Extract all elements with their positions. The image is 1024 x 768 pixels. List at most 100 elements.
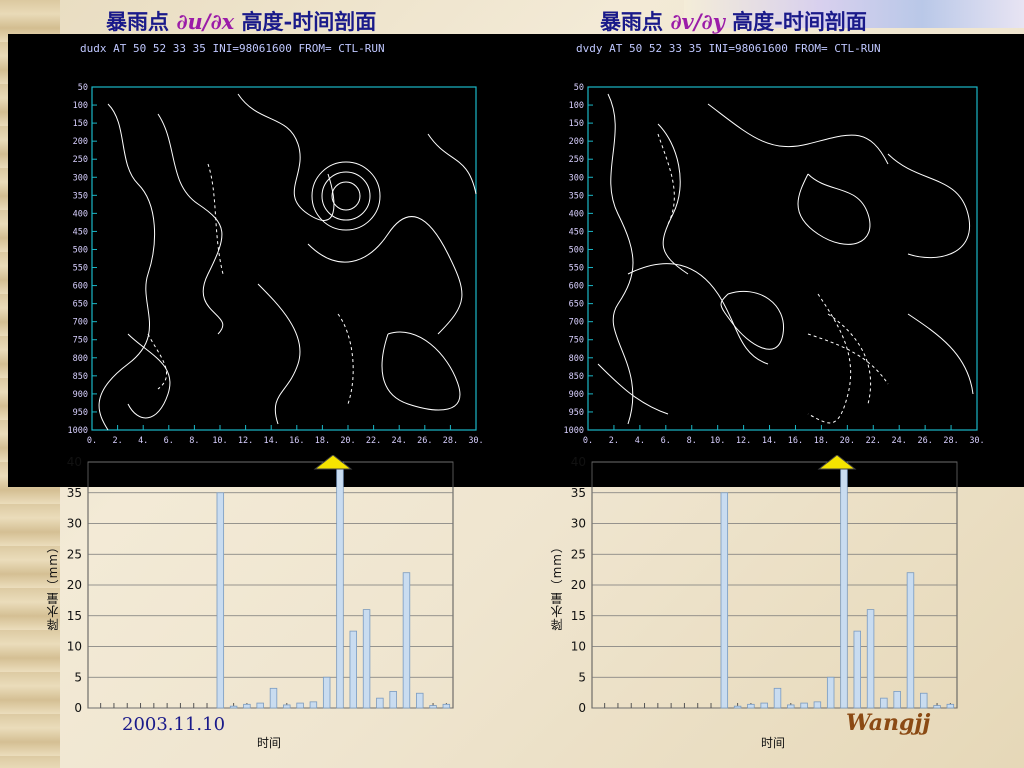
- precip-bar: [283, 704, 291, 709]
- y-tick-label: 35: [571, 486, 586, 500]
- contour-y-tick-label: 150: [569, 119, 584, 129]
- contour-y-tick-label: 1000: [68, 426, 88, 436]
- precip-bar: [216, 492, 225, 709]
- contour-y-tick-label: 350: [569, 191, 584, 201]
- precip-bar: [866, 609, 875, 709]
- precip-bar: [826, 676, 835, 709]
- precip-bar: [840, 461, 848, 709]
- contour-x-tick-label: 14.: [762, 436, 777, 446]
- y-tick-label: 10: [67, 640, 82, 654]
- precip-bar: [296, 702, 304, 709]
- precip-bar: [442, 703, 451, 709]
- contour-x-ticks: 0. 2. 4. 6. 8. 10. 12. 14. 16. 18. 20. 22. 24. 26. 28.…: [87, 425, 484, 446]
- precip-bar: [946, 703, 955, 709]
- precip-bar: [256, 702, 264, 709]
- contour-plot-dudx: dudx AT 50 52 33 35 INI=98061600 FROM= C…: [68, 42, 484, 446]
- y-tick-label: 15: [67, 609, 82, 623]
- precip-bar: [733, 705, 742, 709]
- precip-bar: [933, 705, 941, 709]
- contour-x-tick-label: 28.: [443, 436, 458, 446]
- contour-plot-dvdy: dvdy AT 50 52 33 35 INI=98061600 FROM= C…: [564, 42, 985, 446]
- contour-x-tick-label: 24.: [892, 436, 907, 446]
- contour-y-tick-label: 500: [73, 245, 88, 255]
- contour-y-tick-label: 200: [569, 137, 584, 147]
- y-tick-label: 10: [571, 640, 586, 654]
- title-right: 暴雨点 ∂v/∂y 高度-时间剖面: [600, 9, 867, 34]
- precip-bar: [920, 692, 928, 709]
- precip-chart-left: 0 5 10 15 20 25 30 35 40: [67, 455, 454, 715]
- contour-frame: [91, 86, 477, 431]
- y-tick-label: 5: [74, 670, 82, 684]
- precip-bar: [800, 702, 808, 709]
- title-left: 暴雨点 ∂u/∂x 高度-时间剖面: [106, 9, 377, 34]
- contour-y-tick-label: 300: [569, 173, 584, 183]
- contour-x-tick-label: 16.: [788, 436, 803, 446]
- contour-lines: [597, 93, 974, 425]
- contour-y-tick-label: 100: [569, 101, 584, 111]
- contour-x-tick-label: 8.: [189, 436, 199, 446]
- precip-bar: [853, 630, 862, 709]
- bar-chart-y-ticks: 0 5 10 15 20 25 30 35 40: [571, 455, 586, 715]
- contour-y-tick-label: 700: [73, 318, 88, 328]
- contour-y-tick-label: 1000: [564, 426, 584, 436]
- contour-y-tick-label: 450: [569, 227, 584, 237]
- contour-x-tick-label: 10.: [710, 436, 725, 446]
- bar-chart-y-title: 降水量（mm）: [550, 540, 564, 631]
- precip-bar: [229, 705, 238, 709]
- contour-y-tick-label: 650: [73, 300, 88, 310]
- contour-x-tick-label: 2.: [112, 436, 122, 446]
- date-label: 2003.11.10: [122, 714, 226, 735]
- bar-chart-x-title: 时间: [761, 736, 786, 750]
- y-tick-label: 15: [571, 609, 586, 623]
- author-signature: Wangjj: [846, 710, 931, 736]
- contour-x-tick-label: 6.: [661, 436, 671, 446]
- contour-x-tick-label: 20.: [340, 436, 355, 446]
- y-tick-label: 30: [67, 517, 82, 531]
- precip-bar: [813, 701, 822, 709]
- contour-y-tick-label: 950: [569, 408, 584, 418]
- contour-y-tick-label: 300: [73, 173, 88, 183]
- y-tick-label: 40: [571, 455, 586, 469]
- contour-lines: [98, 93, 477, 431]
- y-tick-label: 25: [571, 547, 586, 561]
- contour-y-tick-label: 900: [73, 390, 88, 400]
- contour-x-tick-label: 12.: [736, 436, 751, 446]
- precip-bar: [906, 572, 915, 709]
- contour-y-tick-label: 650: [569, 300, 584, 310]
- contour-x-tick-label: 18.: [315, 436, 330, 446]
- precip-bar: [309, 701, 318, 709]
- contour-header: dudx AT 50 52 33 35 INI=98061600 FROM= C…: [80, 42, 385, 55]
- y-tick-label: 0: [578, 701, 586, 715]
- bar-chart-y-title: 降水量（mm）: [46, 540, 60, 631]
- contour-x-tick-label: 0.: [87, 436, 97, 446]
- contour-y-tick-label: 250: [569, 155, 584, 165]
- bar-chart-grid: [87, 461, 454, 709]
- contour-y-tick-label: 850: [73, 372, 88, 382]
- precip-bar: [787, 704, 795, 709]
- y-tick-label: 20: [67, 578, 82, 592]
- contour-x-tick-label: 30.: [468, 436, 483, 446]
- contour-y-tick-label: 150: [73, 119, 88, 129]
- contour-x-tick-label: 8.: [687, 436, 697, 446]
- bar-chart-y-ticks: 0 5 10 15 20 25 30 35 40: [67, 455, 82, 715]
- y-tick-label: 0: [74, 701, 82, 715]
- precip-bar: [773, 687, 782, 709]
- contour-x-tick-label: 2.: [609, 436, 619, 446]
- contour-y-tick-label: 750: [73, 336, 88, 346]
- y-tick-label: 25: [67, 547, 82, 561]
- contour-x-tick-label: 18.: [814, 436, 829, 446]
- contour-x-tick-label: 28.: [943, 436, 958, 446]
- contour-y-tick-label: 350: [73, 191, 88, 201]
- contour-x-tick-label: 10.: [212, 436, 227, 446]
- contour-x-tick-label: 12.: [238, 436, 253, 446]
- contour-x-tick-label: 30.: [969, 436, 984, 446]
- contour-y-tick-label: 600: [73, 282, 88, 292]
- contour-x-ticks: 0. 2. 4. 6. 8. 10. 12. 14. 16. 18. 20. 22. 24. 26. 28.…: [583, 425, 985, 446]
- contour-y-tick-label: 700: [569, 318, 584, 328]
- contour-frame: [587, 86, 978, 431]
- contour-x-tick-label: 16.: [289, 436, 304, 446]
- contour-y-tick-label: 550: [569, 264, 584, 274]
- contour-x-tick-label: 26.: [417, 436, 432, 446]
- contour-x-tick-label: 24.: [392, 436, 407, 446]
- contour-x-tick-label: 14.: [264, 436, 279, 446]
